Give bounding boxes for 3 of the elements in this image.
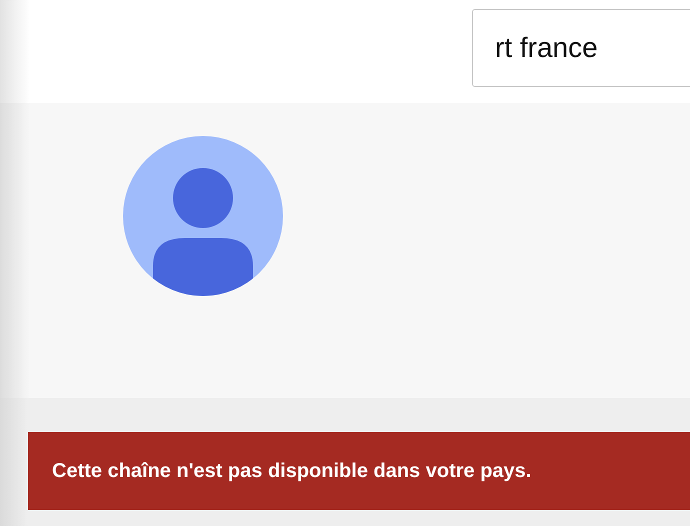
avatar-icon [123,136,283,296]
search-field[interactable]: rt france [472,9,690,87]
notice-text: Cette chaîne n'est pas disponible dans votre pays. [52,460,532,482]
